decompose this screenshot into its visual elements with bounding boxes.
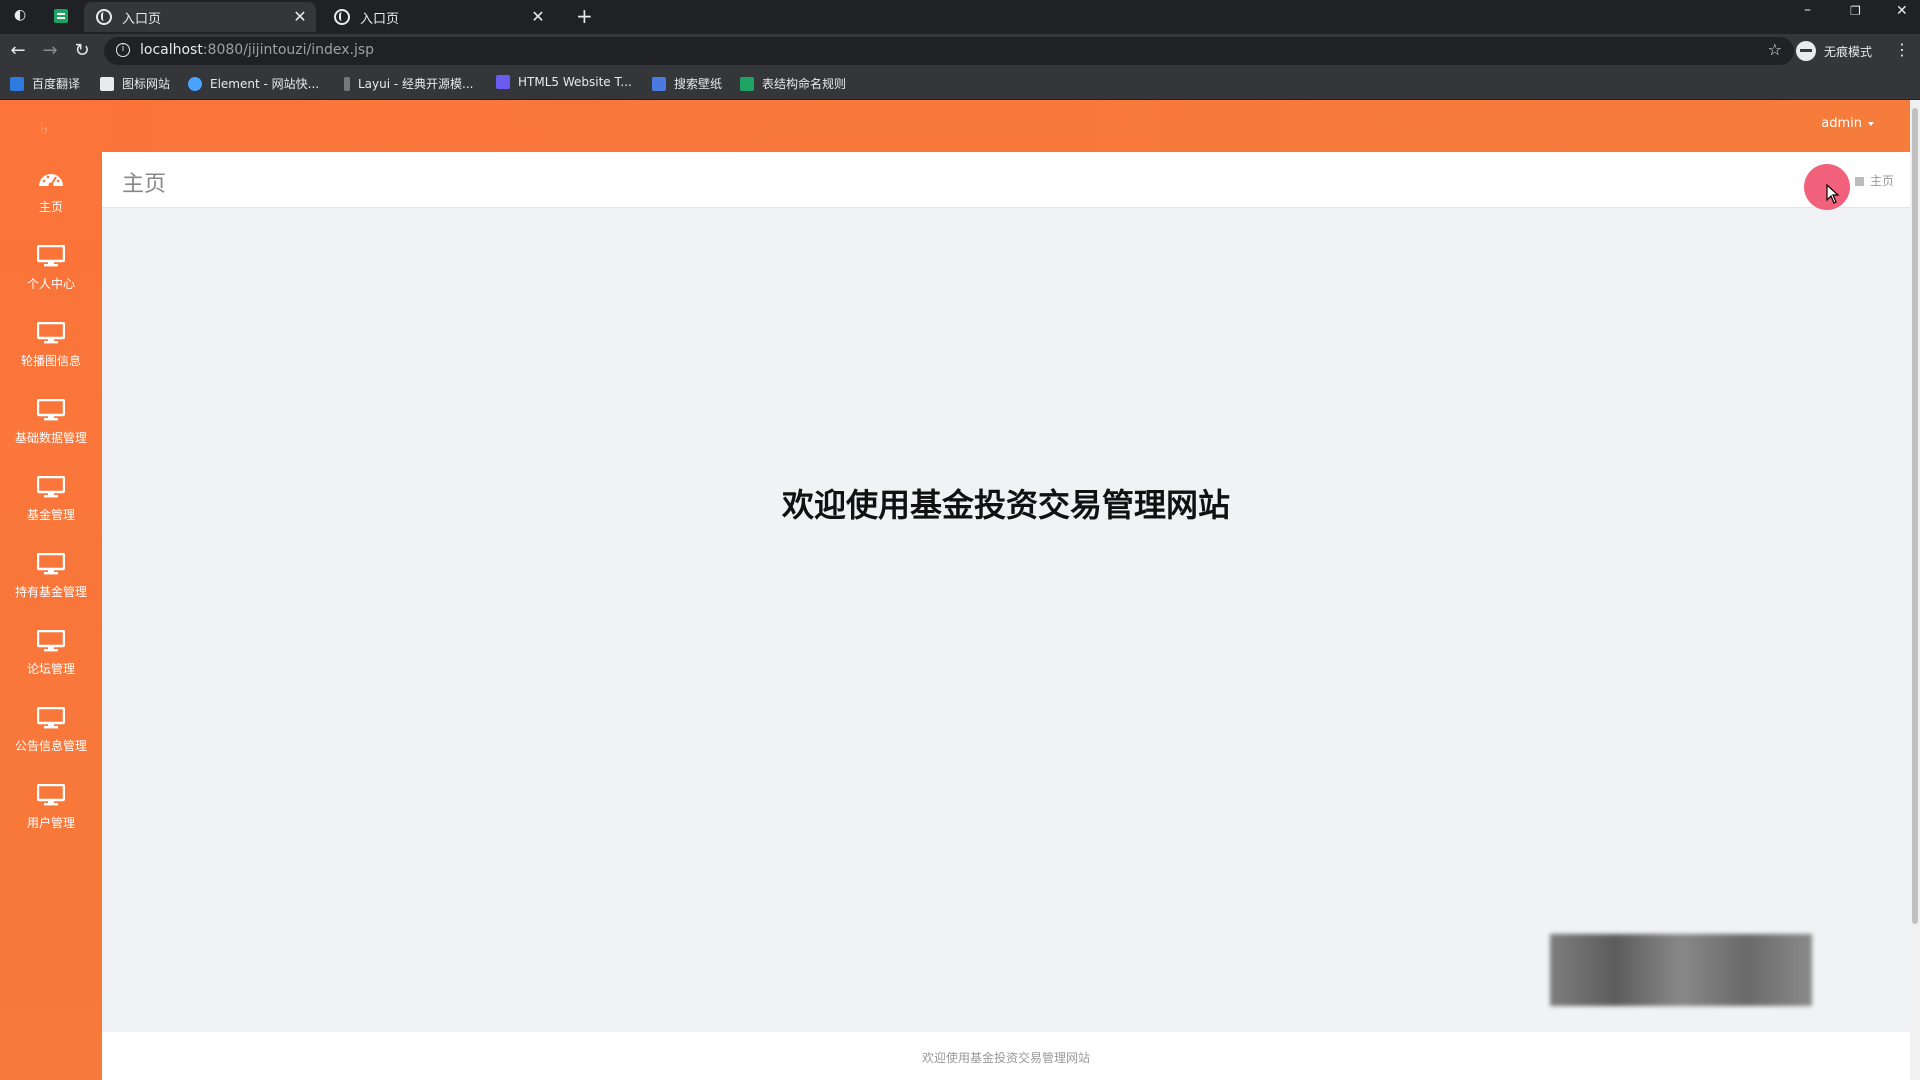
sidebar-item-basic-data[interactable]: 基础数据管理 [0, 389, 102, 465]
layui-icon [344, 76, 350, 91]
address-bar: ← → ↻ i localhost:8080/jijintouzi/index.… [0, 34, 1920, 68]
monitor-icon [37, 245, 65, 267]
monitor-icon [37, 630, 65, 652]
user-menu[interactable]: admin [1821, 116, 1874, 131]
caret-down-icon [1868, 121, 1874, 126]
monitor-icon [37, 322, 65, 344]
page-title: 主页 [122, 172, 167, 197]
sidebar-item-label: 基础数据管理 [14, 431, 87, 445]
monitor-icon [37, 707, 65, 729]
top-navbar: ♭ admin [0, 100, 1910, 152]
sidebar-item-label: 主页 [38, 200, 63, 214]
monitor-icon [37, 476, 65, 498]
footer: 欢迎使用基金投资交易管理网站 [102, 1032, 1910, 1080]
incognito-indicator[interactable]: 无痕模式 [1796, 41, 1872, 61]
sidebar-item-held-fund[interactable]: 持有基金管理 [0, 543, 102, 619]
sidebar-item-personal-center[interactable]: 个人中心 [0, 235, 102, 311]
browser-tab-bar: ◐ 入口页 ✕ 入口页 ✕ + – ❐ ✕ [0, 0, 1920, 34]
logo: ♭ [40, 118, 49, 139]
info-icon[interactable]: i [116, 43, 130, 57]
tab-title: 入口页 [360, 11, 400, 27]
home-icon [1854, 177, 1864, 186]
bookmark-item[interactable]: 搜索壁纸 [652, 75, 722, 92]
flag-icon [100, 76, 114, 91]
monitor-icon [37, 399, 65, 421]
restore-icon[interactable]: ❐ [1850, 4, 1861, 18]
bookmark-item[interactable]: 图标网站 [100, 75, 170, 92]
translate-icon [10, 76, 24, 91]
bookmark-item[interactable]: Element - 网站快... [188, 75, 319, 92]
bookmark-item[interactable]: 百度翻译 [10, 75, 80, 92]
sidebar-item-fund[interactable]: 基金管理 [0, 466, 102, 542]
dashboard-icon [39, 174, 63, 188]
sidebar-item-label: 公告信息管理 [14, 739, 87, 753]
sidebar-item-label: 基金管理 [26, 508, 75, 522]
sidebar-item-users[interactable]: 用户管理 [0, 774, 102, 850]
sidebar-item-label: 用户管理 [26, 816, 75, 830]
tab-title: 入口页 [122, 11, 162, 27]
sidebar-item-label: 论坛管理 [26, 662, 75, 676]
sidebar-item-home[interactable]: 主页 [0, 158, 102, 234]
chrome-menu-icon[interactable]: ◐ [14, 7, 26, 23]
url-text: localhost:8080/jijintouzi/index.jsp [140, 42, 375, 58]
sheet-tab-icon[interactable] [54, 9, 68, 23]
html5-icon [496, 75, 510, 89]
monitor-icon [37, 553, 65, 575]
new-tab-button[interactable]: + [576, 4, 593, 28]
url-field[interactable]: i localhost:8080/jijintouzi/index.jsp ☆ [104, 37, 1794, 65]
bookmark-item[interactable]: 表结构命名规则 [740, 75, 846, 92]
sidebar-item-label: 轮播图信息 [20, 354, 81, 368]
forward-icon[interactable]: → [40, 41, 60, 61]
scrollbar-thumb[interactable] [1912, 108, 1918, 924]
sidebar-item-notice[interactable]: 公告信息管理 [0, 697, 102, 773]
globe-icon [334, 9, 350, 25]
bookmark-item[interactable]: HTML5 Website T... [496, 75, 632, 89]
bookmark-item[interactable]: Layui - 经典开源模... [344, 75, 473, 92]
blurred-watermark [1550, 934, 1812, 1006]
page-header: 主页 主页 [102, 152, 1910, 208]
close-icon[interactable]: ✕ [530, 9, 546, 25]
sidebar-item-carousel[interactable]: 轮播图信息 [0, 312, 102, 388]
mouse-cursor-icon [1826, 184, 1840, 204]
monitor-icon [37, 784, 65, 806]
app-window: ♭ admin 主页 个人中心 轮播图信息 基础数据管理 基金管理 持有基金管理 [0, 100, 1920, 1080]
sidebar-item-label: 持有基金管理 [14, 585, 87, 599]
breadcrumb[interactable]: 主页 [1854, 172, 1894, 189]
minimize-icon[interactable]: – [1804, 2, 1811, 18]
footer-text: 欢迎使用基金投资交易管理网站 [921, 1051, 1090, 1065]
tab-entry-1[interactable]: 入口页 ✕ [84, 2, 316, 32]
page-scrollbar[interactable] [1910, 100, 1920, 1080]
more-options-icon[interactable]: ⋮ [1894, 40, 1910, 59]
wallpaper-icon [652, 76, 666, 91]
tab-entry-2[interactable]: 入口页 ✕ [322, 2, 554, 32]
globe-icon [96, 9, 112, 25]
welcome-heading: 欢迎使用基金投资交易管理网站 [781, 486, 1230, 524]
sheet-icon [740, 76, 754, 91]
sidebar: 主页 个人中心 轮播图信息 基础数据管理 基金管理 持有基金管理 论坛管理 公告… [0, 152, 102, 1080]
incognito-label: 无痕模式 [1824, 44, 1873, 59]
close-window-icon[interactable]: ✕ [1896, 3, 1908, 19]
bookmarks-bar: 百度翻译 图标网站 Element - 网站快... Layui - 经典开源模… [0, 68, 1920, 100]
element-icon [188, 76, 202, 91]
close-icon[interactable]: ✕ [292, 9, 308, 25]
back-icon[interactable]: ← [8, 41, 28, 61]
sidebar-item-forum[interactable]: 论坛管理 [0, 620, 102, 696]
bookmark-star-icon[interactable]: ☆ [1768, 40, 1782, 59]
sidebar-item-label: 个人中心 [26, 277, 75, 291]
incognito-icon [1796, 41, 1816, 61]
reload-icon[interactable]: ↻ [72, 41, 92, 61]
